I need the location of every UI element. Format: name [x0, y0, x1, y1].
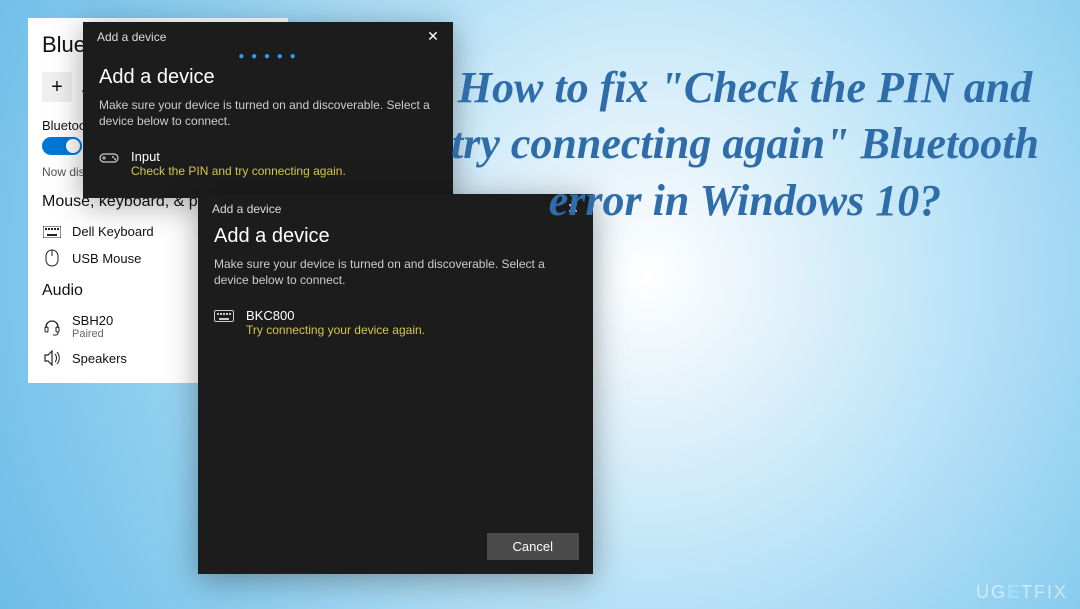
- keyboard-icon: [42, 226, 62, 238]
- dialog2-device-error: Try connecting your device again.: [246, 323, 425, 337]
- dialog2-title: Add a device: [212, 202, 281, 216]
- add-device-dialog-2: Add a device ✕ Add a device Make sure yo…: [198, 194, 593, 574]
- dialog2-instruction: Make sure your device is turned on and d…: [214, 256, 577, 288]
- dialog1-device-error: Check the PIN and try connecting again.: [131, 164, 346, 178]
- device-mouse-label: USB Mouse: [72, 251, 141, 266]
- dialog1-device-item[interactable]: Input Check the PIN and try connecting a…: [99, 143, 437, 184]
- dialog1-titlebar: Add a device ✕: [83, 22, 453, 49]
- add-device-dialog-1: Add a device ✕ ● ● ● ● ● Add a device Ma…: [83, 22, 453, 198]
- dialog1-instruction: Make sure your device is turned on and d…: [99, 97, 437, 129]
- cancel-button[interactable]: Cancel: [487, 533, 579, 560]
- toggle-on-icon[interactable]: [42, 137, 82, 155]
- dialog2-footer: Cancel: [198, 523, 593, 574]
- article-title-overlay: How to fix "Check the PIN and try connec…: [430, 60, 1060, 229]
- dialog1-title: Add a device: [97, 30, 166, 44]
- dialog1-device-name: Input: [131, 149, 346, 164]
- speaker-icon: [42, 350, 62, 366]
- headset-icon: [42, 318, 62, 336]
- loading-dots-icon: ● ● ● ● ●: [99, 51, 437, 62]
- dialog2-device-name: BKC800: [246, 308, 425, 323]
- watermark: UGETFIX: [976, 582, 1068, 603]
- device-speakers-label: Speakers: [72, 351, 127, 366]
- close-icon[interactable]: ✕: [421, 28, 445, 45]
- dialog2-device-item[interactable]: BKC800 Try connecting your device again.: [214, 302, 577, 343]
- device-headset-label: SBH20 Paired: [72, 313, 113, 340]
- keyboard-icon: [214, 308, 236, 322]
- dialog1-heading: Add a device: [99, 66, 437, 89]
- mouse-icon: [42, 249, 62, 267]
- device-headset-status: Paired: [72, 328, 113, 340]
- plus-icon[interactable]: +: [42, 72, 72, 102]
- device-keyboard-label: Dell Keyboard: [72, 224, 154, 239]
- gamepad-icon: [99, 149, 121, 165]
